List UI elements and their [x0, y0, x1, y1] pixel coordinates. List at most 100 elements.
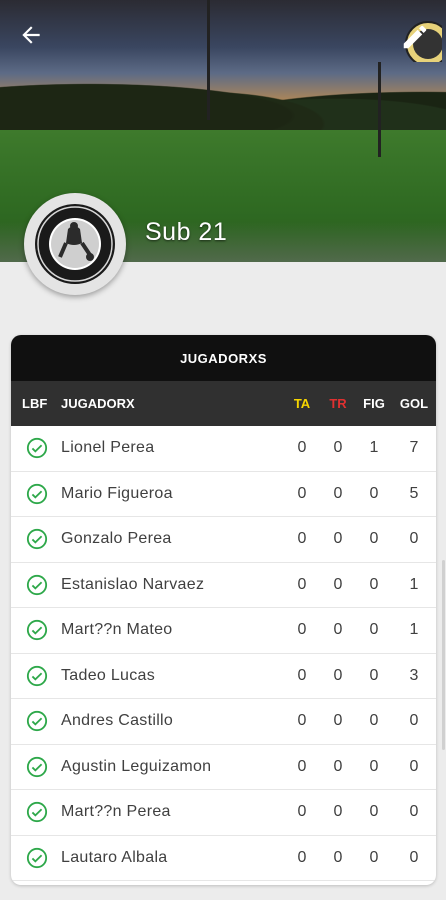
- check-circle-icon: [26, 756, 48, 777]
- fig-value: 0: [369, 530, 379, 548]
- gol-value: 0: [409, 803, 419, 821]
- gol-value: 1: [409, 621, 419, 639]
- light-pole: [207, 0, 210, 120]
- table-row[interactable]: Lautaro Albala 0 0 0 0: [11, 836, 436, 881]
- pencil-icon: [403, 25, 427, 49]
- ta-value: 0: [297, 621, 307, 639]
- check-circle-icon: [26, 529, 48, 550]
- player-name: Agustin Leguizamon: [61, 757, 212, 775]
- player-name: Estanislao Narvaez: [61, 575, 205, 593]
- col-player: JUGADORX: [61, 396, 135, 411]
- fig-value: 0: [369, 712, 379, 730]
- fig-value: 0: [369, 575, 379, 593]
- lbf-cell: [11, 710, 61, 732]
- check-circle-icon: [26, 483, 48, 504]
- ta-value: 0: [297, 439, 307, 457]
- gol-value: 0: [409, 848, 419, 866]
- gol-value: 7: [409, 439, 419, 457]
- col-gol: GOL: [399, 396, 429, 411]
- gol-value: 3: [409, 666, 419, 684]
- table-title: JUGADORXS: [11, 335, 436, 381]
- gol-value: 0: [409, 712, 419, 730]
- fig-value: 0: [369, 803, 379, 821]
- player-name: Lautaro Albala: [61, 848, 168, 866]
- tr-value: 0: [333, 666, 343, 684]
- light-pole: [378, 62, 381, 157]
- table-row[interactable]: Mart??n Perea 0 0 0 0: [11, 790, 436, 836]
- table-row[interactable]: Mart??n Mateo 0 0 0 1: [11, 608, 436, 654]
- fig-value: 0: [369, 666, 379, 684]
- table-row[interactable]: Agustin Leguizamon 0 0 0 0: [11, 745, 436, 790]
- player-name: Mart??n Mateo: [61, 621, 173, 639]
- table-header: LBF JUGADORX TA TR FIG GOL: [11, 381, 436, 426]
- tr-value: 0: [333, 439, 343, 457]
- player-name: Lionel Perea: [61, 439, 155, 457]
- table-row[interactable]: Andres Castillo 0 0 0 0: [11, 699, 436, 745]
- la-leyenda-logo: [35, 204, 115, 284]
- fig-value: 0: [369, 484, 379, 502]
- col-fig: FIG: [363, 396, 385, 411]
- tr-value: 0: [333, 575, 343, 593]
- gol-value: 0: [409, 530, 419, 548]
- tr-value: 0: [333, 530, 343, 548]
- player-name: Mart??n Perea: [61, 803, 171, 821]
- tr-value: 0: [333, 803, 343, 821]
- team-logo: [24, 193, 126, 295]
- table-row[interactable]: Gonzalo Perea 0 0 0 0: [11, 517, 436, 563]
- player-name: Mario Figueroa: [61, 484, 173, 502]
- tr-value: 0: [333, 484, 343, 502]
- check-circle-icon: [26, 574, 48, 595]
- fig-value: 1: [369, 439, 379, 457]
- ta-value: 0: [297, 484, 307, 502]
- arrow-left-icon: [22, 26, 40, 44]
- ta-value: 0: [297, 666, 307, 684]
- check-circle-icon: [26, 620, 48, 641]
- check-circle-icon: [26, 802, 48, 823]
- scrollbar[interactable]: [442, 560, 445, 750]
- ta-value: 0: [297, 575, 307, 593]
- player-name: Tadeo Lucas: [61, 666, 156, 684]
- ta-value: 0: [297, 848, 307, 866]
- gol-value: 5: [409, 484, 419, 502]
- lbf-cell: [11, 756, 61, 778]
- ta-value: 0: [297, 712, 307, 730]
- player-name: Gonzalo Perea: [61, 530, 172, 548]
- lbf-cell: [11, 528, 61, 550]
- ta-value: 0: [297, 803, 307, 821]
- gol-value: 0: [409, 757, 419, 775]
- lbf-cell: [11, 574, 61, 596]
- gol-value: 1: [409, 575, 419, 593]
- tr-value: 0: [333, 848, 343, 866]
- col-ta: TA: [293, 396, 311, 411]
- lbf-cell: [11, 847, 61, 869]
- check-circle-icon: [26, 711, 48, 732]
- check-circle-icon: [26, 847, 48, 868]
- players-table: JUGADORXS LBF JUGADORX TA TR FIG GOL Lio…: [11, 335, 436, 885]
- tr-value: 0: [333, 757, 343, 775]
- fig-value: 0: [369, 621, 379, 639]
- table-row[interactable]: Lionel Perea 0 0 1 7: [11, 426, 436, 472]
- check-circle-icon: [26, 665, 48, 686]
- ta-value: 0: [297, 757, 307, 775]
- edit-button[interactable]: [398, 14, 446, 67]
- lbf-cell: [11, 801, 61, 823]
- lbf-cell: [11, 437, 61, 459]
- table-row[interactable]: Tadeo Lucas 0 0 0 3: [11, 654, 436, 699]
- tr-value: 0: [333, 712, 343, 730]
- lbf-cell: [11, 483, 61, 505]
- ta-value: 0: [297, 530, 307, 548]
- team-name: Sub 21: [145, 218, 228, 246]
- check-circle-icon: [26, 438, 48, 459]
- lbf-cell: [11, 619, 61, 641]
- player-name: Andres Castillo: [61, 712, 174, 730]
- col-lbf: LBF: [22, 396, 48, 411]
- lbf-cell: [11, 665, 61, 687]
- table-row[interactable]: Estanislao Narvaez 0 0 0 1: [11, 563, 436, 608]
- fig-value: 0: [369, 757, 379, 775]
- tr-value: 0: [333, 621, 343, 639]
- table-body: Lionel Perea 0 0 1 7 Mario Figueroa 0 0 0 5 Gonzal…: [11, 426, 436, 881]
- table-row[interactable]: Mario Figueroa 0 0 0 5: [11, 472, 436, 517]
- back-button[interactable]: [14, 18, 48, 52]
- col-tr: TR: [329, 396, 347, 411]
- fig-value: 0: [369, 848, 379, 866]
